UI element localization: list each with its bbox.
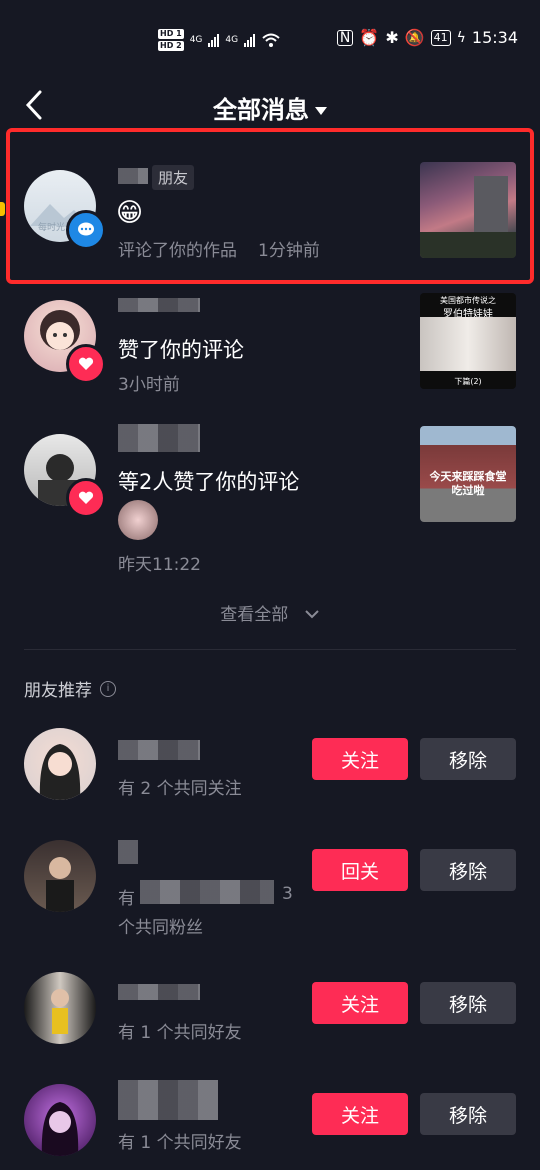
network-status: HD 1 HD 2 4G 4G (158, 28, 281, 52)
see-all-button[interactable]: 查看全部 (0, 600, 540, 625)
notification-time: 3小时前 (118, 375, 180, 395)
avatar[interactable] (24, 840, 96, 912)
page-title[interactable]: 全部消息 (0, 90, 540, 125)
notification-time: 1分钟前 (258, 241, 320, 261)
follow-back-button[interactable]: 回关 (312, 849, 408, 891)
blurred-username (118, 984, 200, 1000)
person-avatar-icon (51, 989, 69, 1034)
person-avatar-icon (39, 744, 81, 800)
remove-button[interactable]: 移除 (420, 1093, 516, 1135)
hd-icon: HD 1 HD 2 (158, 28, 184, 52)
mutual-info: 有 1 个共同好友 (118, 1133, 242, 1153)
video-thumbnail[interactable]: 美国都市传说之 罗伯特娃娃 下篇(2) (420, 293, 516, 389)
nfc-icon: N (336, 29, 354, 46)
person-avatar-icon (41, 1102, 79, 1156)
clock: 15:34 (471, 28, 518, 47)
notification-time: 昨天11:22 (118, 555, 201, 575)
blurred-username (118, 298, 200, 312)
follow-button[interactable]: 关注 (312, 982, 408, 1024)
battery-icon: 41 (430, 29, 451, 46)
thumb-subtitle: 吃过啦 (451, 484, 485, 497)
avatar[interactable] (24, 728, 96, 800)
comment-emoji: 😁 (116, 198, 144, 228)
edge-indicator (0, 202, 5, 216)
mutual-info: 有 1 个共同好友 (118, 1023, 242, 1043)
blurred-username (118, 1080, 218, 1120)
heart-badge-icon (66, 478, 106, 518)
mini-avatar[interactable] (118, 500, 158, 540)
mute-icon: 🔕 (404, 28, 425, 47)
mutual-info: 有 2 个共同关注 (118, 779, 242, 799)
remove-button[interactable]: 移除 (420, 982, 516, 1024)
heart-badge-icon (66, 344, 106, 384)
signal-icon (208, 33, 220, 47)
nav-bar: 全部消息 (0, 80, 540, 132)
avatar[interactable] (24, 1084, 96, 1156)
follow-button[interactable]: 关注 (312, 1093, 408, 1135)
remove-button[interactable]: 移除 (420, 849, 516, 891)
hd1-label: HD 1 (158, 29, 184, 39)
bluetooth-icon: ✱ (385, 28, 399, 47)
network-label-2: 4G (225, 35, 239, 45)
recommend-section-title: 朋友推荐 i (24, 676, 116, 701)
mutual-count: 3 (282, 884, 293, 904)
blurred-username (118, 740, 200, 760)
alarm-icon: ⏰ (359, 28, 380, 47)
video-thumbnail[interactable] (420, 162, 516, 258)
blurred-mutual-name (140, 880, 274, 904)
divider (24, 649, 516, 650)
chevron-down-icon (304, 610, 319, 619)
charging-icon: ϟ (456, 29, 466, 46)
blurred-username (118, 424, 200, 452)
comment-badge-icon (66, 210, 106, 250)
avatar[interactable] (24, 972, 96, 1044)
follow-button[interactable]: 关注 (312, 738, 408, 780)
video-thumbnail[interactable]: 今天来踩踩食堂 吃过啦 (420, 426, 516, 522)
remove-button[interactable]: 移除 (420, 738, 516, 780)
blurred-username (118, 168, 148, 184)
notification-action: 赞了你的评论 (118, 338, 244, 362)
friend-tag: 朋友 (152, 165, 195, 190)
mutual-info: 有 (118, 889, 135, 909)
mutual-info-line2: 个共同粉丝 (118, 918, 203, 938)
network-label-1: 4G (189, 35, 203, 45)
signal-icon-2 (244, 33, 256, 47)
hd2-label: HD 2 (158, 41, 184, 51)
notification-action: 等2人赞了你的评论 (118, 470, 300, 494)
chevron-down-icon[interactable] (315, 107, 327, 115)
system-status: N ⏰ ✱ 🔕 41 ϟ 15:34 (336, 28, 518, 47)
thumb-footer: 下篇(2) (454, 377, 482, 386)
status-bar: HD 1 HD 2 4G 4G N ⏰ ✱ 🔕 41 ϟ 15:34 (0, 0, 540, 80)
info-icon[interactable]: i (100, 680, 116, 697)
wifi-icon (262, 33, 280, 47)
blurred-username (118, 840, 138, 864)
person-avatar-icon (46, 857, 74, 912)
notification-action: 评论了你的作品 (118, 241, 237, 261)
